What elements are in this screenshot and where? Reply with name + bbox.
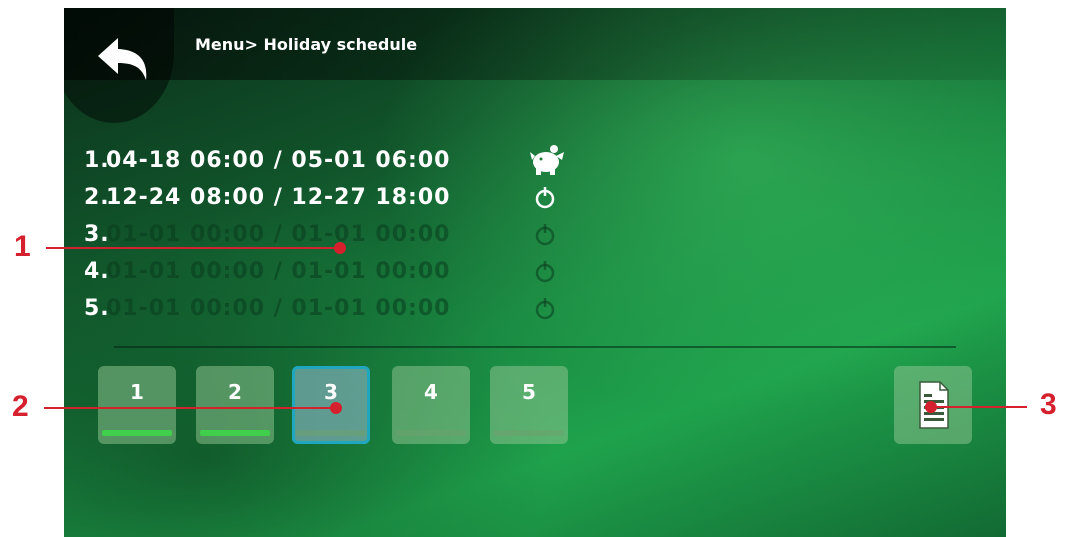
tab-label: 2 xyxy=(228,380,242,404)
callout-label-2: 2 xyxy=(12,390,29,423)
callout-line-1 xyxy=(46,247,338,249)
schedule-tab-1[interactable]: 1 xyxy=(98,366,176,444)
schedule-period: 01-01 00:00 / 01-01 00:00 xyxy=(106,259,451,284)
schedule-period: 04-18 06:00 / 05-01 06:00 xyxy=(106,148,451,173)
tab-label: 4 xyxy=(424,380,438,404)
tab-status-bar xyxy=(102,430,172,436)
piggy-bank-icon xyxy=(530,145,564,175)
power-icon xyxy=(535,187,555,209)
tab-label: 3 xyxy=(324,380,338,404)
device-screen: Menu> Holiday schedule 1. 04-18 06:00 / … xyxy=(64,8,1006,537)
divider xyxy=(114,346,956,348)
callout-label-1: 1 xyxy=(14,230,31,263)
schedule-tab-2[interactable]: 2 xyxy=(196,366,274,444)
callout-line-2 xyxy=(44,407,334,409)
schedule-period: 01-01 00:00 / 01-01 00:00 xyxy=(106,296,451,321)
callout-dot-1 xyxy=(334,242,346,254)
schedule-period: 12-24 08:00 / 12-27 18:00 xyxy=(106,185,451,210)
schedule-tab-4[interactable]: 4 xyxy=(392,366,470,444)
back-arrow-icon xyxy=(98,38,147,80)
tab-label: 1 xyxy=(130,380,144,404)
power-icon xyxy=(535,224,555,246)
power-icon xyxy=(535,298,555,320)
schedule-period: 01-01 00:00 / 01-01 00:00 xyxy=(106,222,451,247)
power-icon xyxy=(535,261,555,283)
callout-label-3: 3 xyxy=(1040,388,1057,421)
tab-status-bar xyxy=(296,430,366,436)
tab-status-bar xyxy=(396,430,466,436)
tab-label: 5 xyxy=(522,380,536,404)
callout-line-3 xyxy=(931,406,1027,408)
back-button[interactable] xyxy=(88,20,160,92)
tab-status-bar xyxy=(200,430,270,436)
page-title: Menu> Holiday schedule xyxy=(195,35,418,54)
tab-status-bar xyxy=(494,430,564,436)
schedule-tab-5[interactable]: 5 xyxy=(490,366,568,444)
callout-dot-2 xyxy=(330,402,342,414)
